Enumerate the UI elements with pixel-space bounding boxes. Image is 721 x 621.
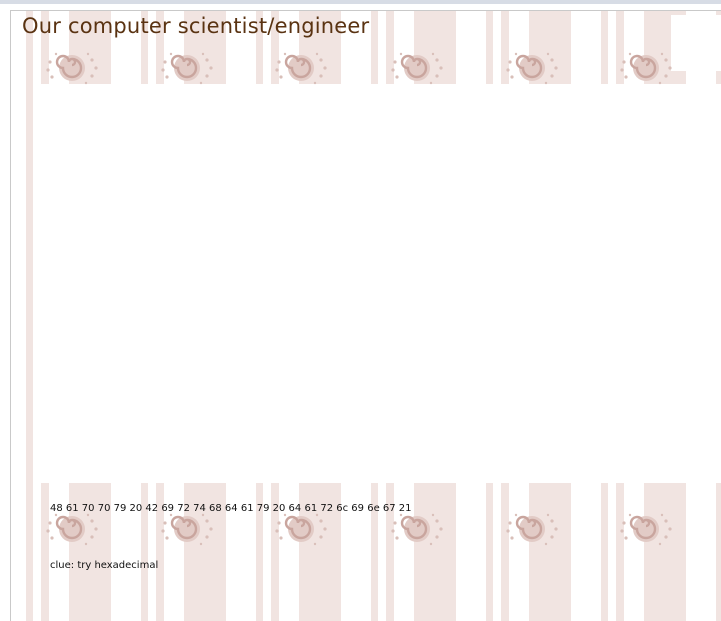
- swirl-icon: [620, 52, 672, 85]
- swirl-icon: [161, 52, 213, 85]
- swirl-icon: [391, 513, 443, 546]
- hex-message: 48 61 70 70 79 20 42 69 72 74 68 64 61 7…: [50, 503, 412, 514]
- swirl-icon: [275, 52, 327, 85]
- page-frame: Our computer scientist/engineer 48 61 70…: [10, 10, 721, 621]
- swirl-icon: [620, 513, 672, 546]
- swirl-row-top: [11, 48, 721, 88]
- swirl-icon: [391, 52, 443, 85]
- page-title: Our computer scientist/engineer: [22, 14, 370, 38]
- browser-top-edge: [0, 0, 721, 4]
- swirl-icon: [506, 513, 558, 546]
- swirl-icon: [161, 513, 213, 546]
- swirl-icon: [46, 513, 98, 546]
- swirl-icon: [506, 52, 558, 85]
- swirl-icon: [275, 513, 327, 546]
- clue-text: clue: try hexadecimal: [50, 560, 159, 571]
- swirl-icon: [46, 52, 98, 85]
- swirl-row-bottom: [11, 509, 721, 549]
- left-stripe: [26, 84, 33, 483]
